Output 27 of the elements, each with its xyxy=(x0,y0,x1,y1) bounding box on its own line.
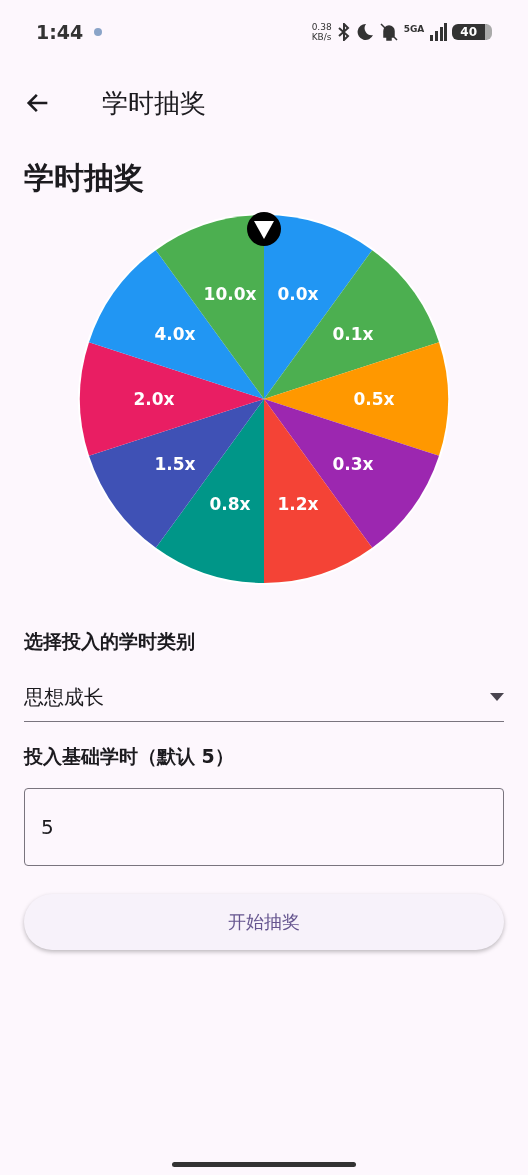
segment-label: 0.0x xyxy=(277,284,319,305)
segment-label: 0.1x xyxy=(332,324,374,345)
segment-label: 0.8x xyxy=(209,493,251,514)
status-time: 1:44 xyxy=(36,21,84,43)
muted-bell-icon xyxy=(378,23,399,41)
app-bar-title: 学时抽奖 xyxy=(102,86,206,120)
category-select[interactable]: 思想成长 xyxy=(24,673,504,722)
start-button[interactable]: 开始抽奖 xyxy=(24,894,504,950)
segment-label: 0.3x xyxy=(332,453,374,474)
network-type: 5GA xyxy=(403,24,425,34)
segment-label: 4.0x xyxy=(154,324,196,345)
hours-input[interactable]: 5 xyxy=(24,788,504,866)
segment-label: 2.0x xyxy=(133,389,175,409)
page-heading: 学时抽奖 xyxy=(24,159,145,197)
segment-label: 1.2x xyxy=(277,493,319,514)
segment-label: 10.0x xyxy=(203,284,257,305)
segment-label: 0.5x xyxy=(353,389,395,409)
bluetooth-icon xyxy=(336,23,351,41)
battery-level: 40 xyxy=(452,24,492,40)
hours-label: 投入基础学时（默认 5） xyxy=(24,744,235,769)
app-notification-icon xyxy=(93,27,104,37)
network-speed: 0.38 KB/s xyxy=(311,22,332,42)
category-label: 选择投入的学时类别 xyxy=(24,629,196,654)
signal-icon xyxy=(429,23,448,41)
segment-label: 1.5x xyxy=(154,453,196,474)
dropdown-icon xyxy=(490,693,504,701)
moon-icon xyxy=(355,23,374,41)
